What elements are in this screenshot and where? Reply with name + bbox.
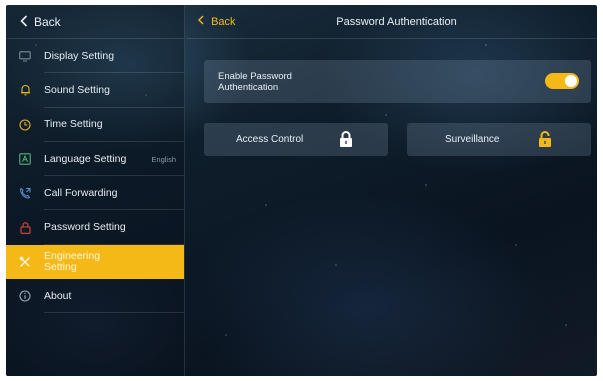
- enable-password-auth-row: Enable Password Authentication: [204, 60, 591, 103]
- monitor-icon: [6, 50, 44, 62]
- lock-open-icon: [538, 131, 552, 153]
- sidebar-item-engineering-setting[interactable]: Engineering Setting: [6, 244, 184, 280]
- chevron-left-icon: [20, 14, 28, 30]
- sidebar-item-label: Engineering Setting: [44, 249, 101, 273]
- call-forward-icon: [6, 187, 44, 199]
- sidebar-item-password-setting[interactable]: Password Setting: [6, 210, 184, 246]
- sidebar-item-display-setting[interactable]: Display Setting: [6, 39, 184, 74]
- language-icon: [6, 153, 44, 165]
- clock-icon: [6, 119, 44, 131]
- info-icon: [6, 290, 44, 302]
- page-title: Password Authentication: [336, 16, 457, 28]
- sidebar-item-call-forwarding[interactable]: Call Forwarding: [6, 176, 184, 211]
- sidebar-item-time-setting[interactable]: Time Setting: [6, 108, 184, 143]
- language-value: English: [151, 154, 176, 164]
- toggle-knob: [565, 75, 577, 87]
- tools-icon: [6, 256, 44, 268]
- sidebar-item-label: Time Setting: [44, 118, 103, 131]
- sidebar-item-label: Password Setting: [44, 221, 126, 234]
- sidebar-item-label: Sound Setting: [44, 83, 110, 96]
- sidebar-back-button[interactable]: Back: [6, 5, 184, 39]
- surveillance-card[interactable]: Surveillance: [407, 123, 591, 156]
- surveillance-label: Surveillance: [445, 134, 500, 145]
- sidebar-back-label: Back: [34, 14, 61, 29]
- screen: Back Display Setting Sound Setting Time …: [6, 5, 597, 376]
- access-control-label: Access Control: [236, 134, 304, 145]
- enable-password-auth-toggle[interactable]: [545, 73, 579, 89]
- bell-icon: [6, 84, 44, 96]
- sidebar: Back Display Setting Sound Setting Time …: [6, 5, 185, 376]
- sidebar-item-label: Call Forwarding: [44, 186, 118, 199]
- lock-closed-icon: [339, 131, 353, 153]
- sidebar-item-label: Display Setting: [44, 49, 115, 62]
- sidebar-item-label: Language Setting: [44, 152, 127, 165]
- sidebar-item-language-setting[interactable]: Language Setting English: [6, 142, 184, 177]
- lock-icon: [6, 221, 44, 234]
- enable-password-auth-label: Enable Password Authentication: [218, 71, 292, 93]
- sidebar-item-sound-setting[interactable]: Sound Setting: [6, 73, 184, 108]
- sidebar-item-about[interactable]: About: [6, 279, 184, 314]
- sidebar-item-label: About: [44, 289, 72, 302]
- main-header: Back Password Authentication: [186, 5, 597, 39]
- access-control-card[interactable]: Access Control: [204, 123, 388, 156]
